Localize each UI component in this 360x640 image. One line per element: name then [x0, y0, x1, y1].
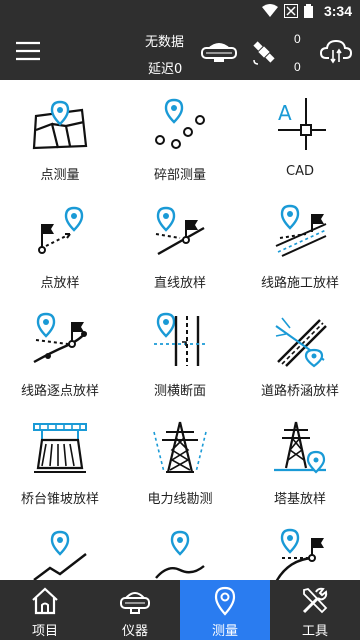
- nav-label: 仪器: [121, 624, 148, 639]
- line-stakeout-icon: [155, 206, 205, 256]
- road-bridge-icon: [275, 317, 327, 368]
- grid-item-row5-2[interactable]: [120, 512, 240, 580]
- satellite-count-1: 0: [294, 32, 301, 46]
- power-tower-icon: [153, 421, 207, 473]
- grid-item-road-bridge-stakeout[interactable]: 道路桥涵放样: [240, 296, 360, 404]
- grid-item-label: 线路施工放样: [260, 276, 339, 291]
- point-stakeout-icon: [38, 206, 84, 254]
- top-header: 无数据 延迟0 0 0: [0, 24, 360, 80]
- grid-item-label: 道路桥涵放样: [260, 384, 339, 399]
- satellite-icon[interactable]: [250, 38, 278, 66]
- nav-label: 测量: [211, 624, 238, 639]
- home-icon: [32, 587, 58, 615]
- grid-item-label: 点放样: [40, 276, 80, 291]
- grid-item-line-stakeout[interactable]: 直线放样: [120, 188, 240, 296]
- latency-text: 延迟0: [148, 62, 183, 77]
- grid-item-tower-base-stakeout[interactable]: 塔基放样: [240, 404, 360, 512]
- grid-item-cad[interactable]: A CAD: [240, 80, 360, 188]
- grid-item-point-stakeout[interactable]: 点放样: [0, 188, 120, 296]
- nav-tab-survey[interactable]: 测量: [180, 580, 270, 640]
- grid-item-point-survey[interactable]: 点测量: [0, 80, 120, 188]
- map-pin-icon: [32, 100, 88, 150]
- cloud-sync-icon[interactable]: [320, 38, 352, 66]
- function-grid: 点测量 碎部测量 A CAD 点放样 直线放样 线路施工放样 线路逐点放样 测横…: [0, 80, 360, 580]
- grid-item-row5-3[interactable]: [240, 512, 360, 580]
- grid-item-label: 桥台锥坡放样: [20, 492, 99, 507]
- receiver-status-icon[interactable]: [200, 38, 238, 64]
- wifi-icon: [262, 4, 278, 17]
- bottom-nav: 项目 仪器 测量 工具: [0, 580, 360, 640]
- grid-item-label: 测横断面: [153, 384, 206, 399]
- grid-item-label: CAD: [286, 164, 314, 179]
- grid-item-detail-survey[interactable]: 碎部测量: [120, 80, 240, 188]
- signal-icon: [284, 4, 298, 18]
- status-bar: 3:34: [0, 0, 360, 24]
- grid-item-route-construction-stakeout[interactable]: 线路施工放样: [240, 188, 360, 296]
- satellite-count-2: 0: [294, 60, 301, 74]
- route-point-stakeout-icon: [33, 312, 87, 364]
- grid-item-label: 电力线勘测: [147, 492, 213, 507]
- grid-item-label: 直线放样: [153, 276, 206, 291]
- profile-survey-icon: [33, 530, 87, 580]
- curve-stakeout-icon: [275, 528, 324, 580]
- grid-item-row5-1[interactable]: [0, 512, 120, 580]
- route-stakeout-icon: [275, 204, 327, 257]
- grid-item-label: 碎部测量: [153, 168, 206, 183]
- nav-label: 工具: [301, 624, 328, 639]
- grid-item-label: 线路逐点放样: [20, 384, 99, 399]
- battery-icon: [304, 4, 313, 18]
- clock: 3:34: [323, 3, 352, 19]
- grid-item-cross-section[interactable]: 测横断面: [120, 296, 240, 404]
- grid-item-label: 塔基放样: [273, 492, 326, 507]
- menu-icon[interactable]: [16, 41, 40, 61]
- grid-item-label: 点测量: [40, 168, 80, 183]
- location-pin-icon: [214, 586, 236, 616]
- cad-icon: A: [278, 98, 326, 150]
- tower-base-icon: [274, 421, 326, 474]
- nav-label: 项目: [31, 624, 58, 639]
- nav-tab-instrument[interactable]: 仪器: [90, 580, 180, 640]
- grid-item-power-line-survey[interactable]: 电力线勘测: [120, 404, 240, 512]
- data-status-text: 无数据: [145, 35, 185, 50]
- grid-item-route-point-stakeout[interactable]: 线路逐点放样: [0, 296, 120, 404]
- nav-tab-project[interactable]: 项目: [0, 580, 90, 640]
- scattered-points-icon: [155, 98, 205, 149]
- tools-icon: [302, 587, 328, 614]
- cross-section-icon: [154, 312, 206, 366]
- nav-tab-tools[interactable]: 工具: [270, 580, 360, 640]
- cad-letter: A: [278, 101, 292, 125]
- terrain-survey-icon: [155, 530, 205, 579]
- receiver-icon: [120, 592, 150, 614]
- abutment-icon: [33, 423, 87, 473]
- grid-item-abutment-cone-stakeout[interactable]: 桥台锥坡放样: [0, 404, 120, 512]
